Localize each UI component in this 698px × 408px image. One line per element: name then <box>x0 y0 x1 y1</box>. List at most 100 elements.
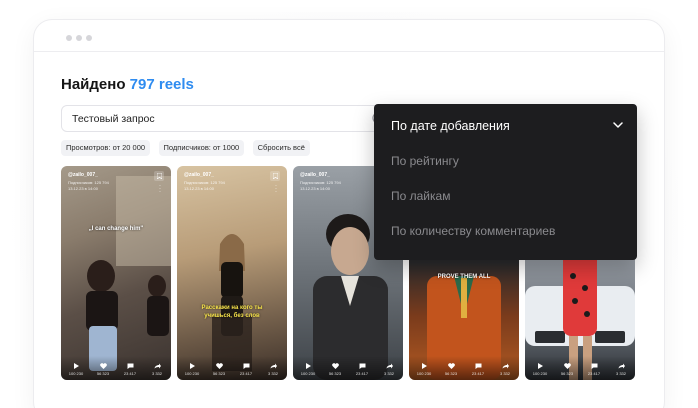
sort-selected[interactable]: По дате добавления <box>391 119 510 133</box>
comment-icon <box>591 363 597 369</box>
reel-thumbnail <box>61 166 171 380</box>
reel-followers: Подписчиков: 125 794 <box>184 180 225 185</box>
heart-icon <box>447 363 455 369</box>
bookmark-icon[interactable] <box>270 171 280 181</box>
play-icon <box>189 363 195 369</box>
play-icon <box>305 363 311 369</box>
reel-date: 13.12.23 в 14:00 <box>184 185 214 191</box>
comments-stat: 23 417 <box>233 363 259 376</box>
heart-icon <box>331 363 339 369</box>
reel-author[interactable]: @zailo_007_ <box>68 172 98 178</box>
reel-date: 13.12.23 в 14:00 <box>300 185 330 191</box>
likes-count: 56 323 <box>212 371 226 376</box>
reel-card[interactable]: @zailo_007_ Подписчиков: 125 794 13.12.2… <box>177 166 287 380</box>
likes-stat: 56 323 <box>206 363 232 376</box>
comments-count: 23 417 <box>471 371 485 376</box>
comment-icon <box>127 363 133 369</box>
sort-option-rating[interactable]: По рейтингу <box>391 154 459 168</box>
reel-stats: 100 230 56 323 23 417 3 332 <box>293 356 403 380</box>
more-options-icon[interactable]: · · · <box>274 183 278 195</box>
likes-count: 56 323 <box>560 371 574 376</box>
views-stat: 100 230 <box>295 363 321 376</box>
reel-author[interactable]: @zailo_007_ <box>184 172 214 178</box>
likes-stat: 56 323 <box>90 363 116 376</box>
likes-count: 56 323 <box>444 371 458 376</box>
comments-count: 23 417 <box>239 371 253 376</box>
reel-caption: PROVE THEM ALL <box>437 274 491 280</box>
shares-stat: 3 332 <box>376 363 402 376</box>
reel-meta: Подписчиков: 125 794 13.12.23 в 14:00 <box>184 180 225 191</box>
window-titlebar <box>34 20 664 52</box>
shares-count: 3 332 <box>615 371 626 376</box>
views-count: 100 230 <box>68 371 84 376</box>
reel-meta: Подписчиков: 125 794 13.12.23 в 14:00 <box>300 180 341 191</box>
views-count: 100 230 <box>300 371 316 376</box>
reel-followers: Подписчиков: 125 794 <box>68 180 109 185</box>
search-input-value: Тестовый запрос <box>72 113 155 125</box>
reel-stats: 100 230 56 323 23 417 3 332 <box>61 356 171 380</box>
share-icon <box>270 363 277 369</box>
reel-author[interactable]: @zailo_007_ <box>300 172 330 178</box>
shares-stat: 3 332 <box>260 363 286 376</box>
comments-count: 23 417 <box>355 371 369 376</box>
likes-stat: 56 323 <box>322 363 348 376</box>
views-count: 100 230 <box>184 371 200 376</box>
likes-count: 56 323 <box>96 371 110 376</box>
reel-followers: Подписчиков: 125 794 <box>300 180 341 185</box>
bookmark-icon[interactable] <box>154 171 164 181</box>
comments-stat: 23 417 <box>581 363 607 376</box>
play-icon <box>537 363 543 369</box>
play-icon <box>421 363 427 369</box>
reel-thumbnail <box>177 166 287 380</box>
likes-stat: 56 323 <box>438 363 464 376</box>
filter-chip-views[interactable]: Просмотров: от 20 000 <box>61 140 151 156</box>
filter-chips: Просмотров: от 20 000 Подписчиков: от 10… <box>61 140 314 156</box>
shares-count: 3 332 <box>383 371 394 376</box>
shares-stat: 3 332 <box>608 363 634 376</box>
reel-stats: 100 230 56 323 23 417 3 332 <box>525 356 635 380</box>
heart-icon <box>99 363 107 369</box>
shares-count: 3 332 <box>151 371 162 376</box>
comments-stat: 23 417 <box>117 363 143 376</box>
heart-icon <box>563 363 571 369</box>
sort-option-likes[interactable]: По лайкам <box>391 189 450 203</box>
sort-option-comments[interactable]: По количеству комментариев <box>391 224 555 238</box>
shares-count: 3 332 <box>267 371 278 376</box>
window-dot <box>86 35 92 41</box>
reset-filters-button[interactable]: Сбросить всё <box>252 140 310 156</box>
more-options-icon[interactable]: · · · <box>158 183 162 195</box>
views-stat: 100 230 <box>527 363 553 376</box>
views-count: 100 230 <box>532 371 548 376</box>
share-icon <box>154 363 161 369</box>
search-input[interactable]: Тестовый запрос <box>61 105 396 132</box>
chevron-down-icon[interactable] <box>613 122 623 128</box>
app-window: Найдено 797 reels Тестовый запрос Просмо… <box>34 20 664 408</box>
views-stat: 100 230 <box>63 363 89 376</box>
share-icon <box>502 363 509 369</box>
share-icon <box>618 363 625 369</box>
likes-count: 56 323 <box>328 371 342 376</box>
results-heading: Найдено 797 reels <box>61 76 194 93</box>
shares-count: 3 332 <box>499 371 510 376</box>
window-dot <box>76 35 82 41</box>
comment-icon <box>475 363 481 369</box>
comment-icon <box>359 363 365 369</box>
reel-stats: 100 230 56 323 23 417 3 332 <box>409 356 519 380</box>
comments-stat: 23 417 <box>465 363 491 376</box>
sort-dropdown[interactable]: По дате добавления По рейтингу По лайкам… <box>374 104 637 260</box>
views-count: 100 230 <box>416 371 432 376</box>
views-stat: 100 230 <box>411 363 437 376</box>
reel-card[interactable]: @zailo_007_ Подписчиков: 125 794 13.12.2… <box>61 166 171 380</box>
heart-icon <box>215 363 223 369</box>
window-dot <box>66 35 72 41</box>
filter-chip-followers[interactable]: Подписчиков: от 1000 <box>158 140 245 156</box>
results-heading-prefix: Найдено <box>61 76 126 93</box>
likes-stat: 56 323 <box>554 363 580 376</box>
reel-meta: Подписчиков: 125 794 13.12.23 в 14:00 <box>68 180 109 191</box>
reel-caption: Расскажи на кого ты учишься, без слов <box>201 305 263 319</box>
play-icon <box>73 363 79 369</box>
reel-caption: „I can change him" <box>88 226 144 232</box>
comments-count: 23 417 <box>123 371 137 376</box>
views-stat: 100 230 <box>179 363 205 376</box>
share-icon <box>386 363 393 369</box>
